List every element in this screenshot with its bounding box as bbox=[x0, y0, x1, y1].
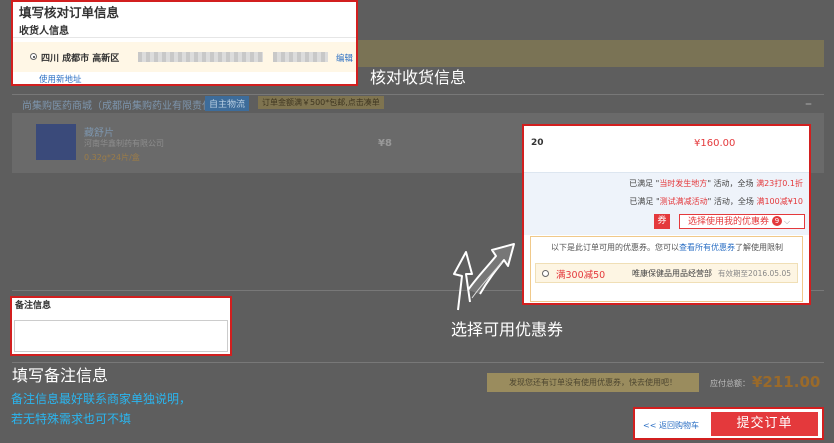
promo-detail: 满100减¥10 bbox=[756, 197, 803, 206]
coupon-select-label: 选择使用我的优惠券 bbox=[688, 217, 770, 227]
coupon-radio[interactable] bbox=[542, 270, 549, 277]
new-address-link[interactable]: 使用新地址 bbox=[39, 73, 82, 85]
view-all-coupons-link[interactable]: 查看所有优惠券 bbox=[679, 243, 735, 252]
address-row[interactable]: 四川 成都市 高新区 编辑 bbox=[13, 42, 356, 72]
product-spec: 0.32g*24片/盒 bbox=[84, 153, 140, 162]
address-callout: 填写核对订单信息 收货人信息 四川 成都市 高新区 编辑 使用新地址 bbox=[11, 0, 358, 86]
coupon-hint: 以下是此订单可用的优惠券。您可以查看所有优惠券了解使用限制 bbox=[551, 243, 783, 252]
remark-caption: 填写备注信息 bbox=[12, 366, 109, 385]
coupon-option[interactable]: 满300减50 唯康保健品用品经营部 有效期至2016.05.05 bbox=[535, 263, 798, 283]
collapse-icon[interactable]: – bbox=[805, 96, 812, 112]
total-label: 应付总额： bbox=[710, 379, 750, 388]
arrow-pointer-icon bbox=[453, 243, 515, 311]
edit-address-link[interactable]: 编辑 bbox=[336, 52, 353, 64]
divider bbox=[13, 37, 356, 38]
promo-line-1: 已满足 "当时发生地方" 活动，全场 满23打0.1折 bbox=[629, 179, 803, 188]
item-summary: 20 ¥160.00 bbox=[524, 126, 809, 172]
redacted-address bbox=[138, 52, 263, 62]
remark-input[interactable] bbox=[14, 320, 228, 352]
address-caption: 核对收货信息 bbox=[370, 68, 467, 87]
coupon-caption: 选择可用优惠券 bbox=[451, 320, 564, 339]
coupon-expiry: 有效期至2016.05.05 bbox=[718, 269, 791, 278]
address-radio[interactable] bbox=[30, 53, 37, 60]
coupon-callout: 20 ¥160.00 已满足 "当时发生地方" 活动，全场 满23打0.1折 已… bbox=[522, 124, 811, 305]
total-amount: ¥211.00 bbox=[752, 373, 821, 391]
product-name[interactable]: 藏舒片 bbox=[84, 124, 114, 139]
unused-coupon-notice: 发现您还有订单没有使用优惠券，快去使用吧！ bbox=[487, 373, 699, 392]
section-title: 收货人信息 bbox=[19, 26, 69, 37]
free-ship-link[interactable]: 订单金额满￥500*包邮,点击凑单 bbox=[258, 96, 384, 109]
promo-detail: 满23打0.1折 bbox=[756, 179, 803, 188]
submit-callout: << 返回购物车 提交订单 bbox=[633, 407, 824, 440]
redacted-phone bbox=[273, 52, 328, 62]
submit-order-button[interactable]: 提交订单 bbox=[711, 412, 818, 436]
quantity: 20 bbox=[531, 138, 544, 148]
promo-name[interactable]: 测试满减活动 bbox=[660, 197, 708, 206]
promo-line-2: 已满足 "测试满减活动" 活动，全场 满100减¥10 bbox=[629, 197, 803, 206]
product-maker: 河南华鑫制药有限公司 bbox=[84, 139, 164, 148]
coupon-select-dropdown[interactable]: 选择使用我的优惠券 9 ⌵ bbox=[679, 214, 805, 229]
promo-name[interactable]: 当时发生地方 bbox=[659, 179, 707, 188]
subtotal: ¥160.00 bbox=[694, 138, 736, 149]
coupon-count-badge: 9 bbox=[772, 216, 783, 226]
store-tag: 自主物流 bbox=[205, 96, 250, 111]
remark-callout: 备注信息 bbox=[10, 296, 232, 356]
divider bbox=[12, 94, 824, 95]
coupon-tag-icon: 券 bbox=[654, 214, 670, 229]
remark-tip-2: 若无特殊需求也可不填 bbox=[11, 412, 132, 426]
chevron-down-icon: ⌵ bbox=[784, 217, 791, 226]
product-thumbnail[interactable] bbox=[36, 124, 76, 160]
product-price: ¥8 bbox=[378, 138, 392, 149]
remark-tip-1: 备注信息最好联系商家单独说明， bbox=[11, 392, 192, 406]
coupon-value: 满300减50 bbox=[556, 270, 606, 281]
remark-title: 备注信息 bbox=[15, 301, 52, 311]
divider bbox=[12, 362, 824, 363]
coupon-list: 以下是此订单可用的优惠券。您可以查看所有优惠券了解使用限制 满300减50 唯康… bbox=[530, 236, 803, 302]
page-title: 填写核对订单信息 bbox=[19, 5, 120, 20]
back-to-cart-link[interactable]: << 返回购物车 bbox=[643, 420, 699, 431]
coupon-shop: 唯康保健品用品经营部 bbox=[632, 269, 712, 278]
address-text: 四川 成都市 高新区 bbox=[41, 54, 120, 64]
